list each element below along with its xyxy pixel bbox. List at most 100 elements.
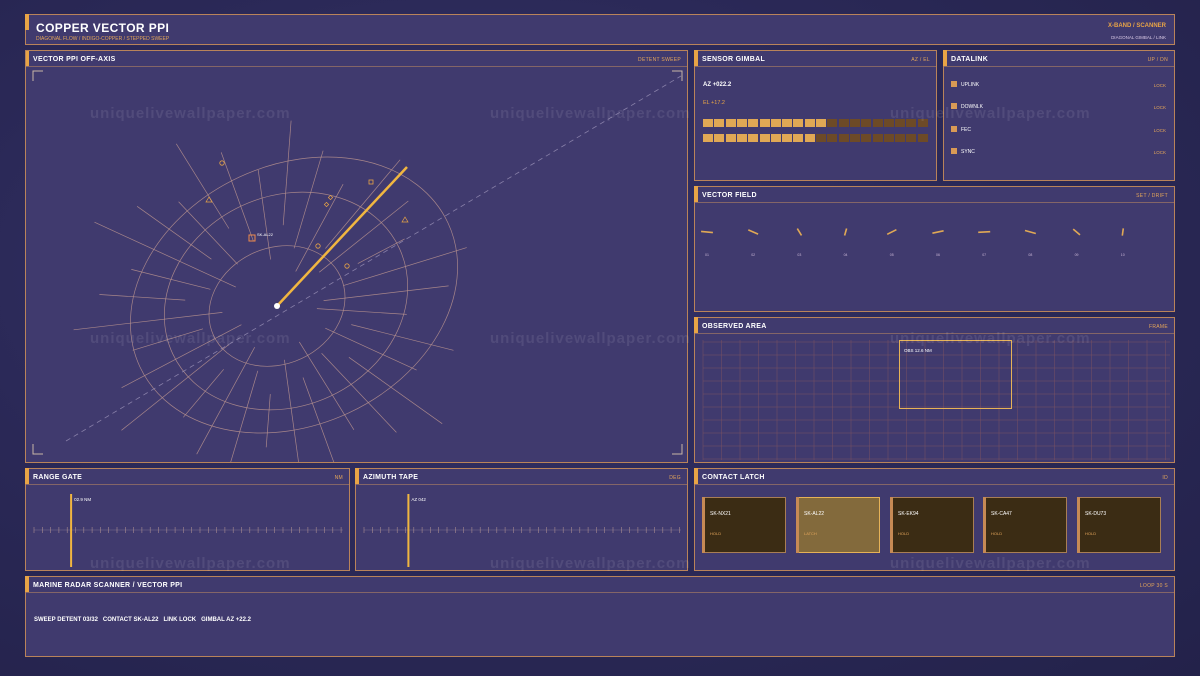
contact-name: SK-CA47	[991, 511, 1012, 517]
bar-segment	[827, 134, 838, 142]
bar-segment	[861, 119, 872, 127]
footer-status: SWEEP DETENT 03/32 CONTACT SK-AL22 LINK …	[34, 617, 251, 623]
vector-field-display: 01 02 03 04 05 06 07 08 09 10	[701, 228, 1125, 257]
vector-arrow	[747, 229, 759, 235]
contact-latch-title: CONTACT LATCH	[702, 474, 765, 481]
bar-segment	[816, 119, 827, 127]
bar-segment	[736, 119, 747, 127]
ppi-spoke	[73, 312, 223, 331]
ppi-spoke	[176, 143, 230, 229]
row-label: FEC	[961, 127, 971, 133]
ppi-spoke	[121, 344, 229, 431]
ppi-center	[274, 303, 280, 309]
band-mode: X-BAND / SCANNER	[1107, 23, 1166, 29]
bar-segment	[782, 119, 793, 127]
range-ring-2	[163, 191, 409, 411]
row-status: LOCK	[1153, 105, 1166, 110]
bar-segment	[827, 119, 838, 127]
vector-field-title: VECTOR FIELD	[702, 192, 757, 199]
ppi-spoke	[284, 359, 299, 462]
observed-frame[interactable]: OBS 12.6 NM	[899, 340, 1012, 409]
bar-segment	[849, 119, 860, 127]
datalink-tag: UP / DN	[1147, 57, 1168, 63]
bar-segment	[770, 134, 781, 142]
contact-status: HOLD	[991, 531, 1003, 536]
target-diamond-2	[323, 201, 330, 208]
bar-segment	[770, 119, 781, 127]
header-right-sub: DIAGONAL GIMBAL / LINK	[1111, 35, 1166, 40]
ppi-spoke	[282, 120, 292, 226]
azimuth-tape-title: AZIMUTH TAPE	[363, 474, 419, 481]
vector-label: 03	[797, 253, 801, 257]
bar-segment	[759, 134, 770, 142]
vector-label: 04	[844, 253, 848, 257]
contact-card-nx21[interactable]: SK-NX21 HOLD	[702, 497, 786, 553]
target-triangle-2	[401, 216, 409, 223]
datalink-title: DATALINK	[951, 56, 989, 63]
watermark: uniquelivewallpaper.com	[890, 330, 1091, 347]
contact-name: SK-AL22	[804, 511, 825, 517]
bar-segment	[849, 134, 860, 142]
status-indicator	[951, 81, 957, 87]
range-gate-tag: NM	[334, 475, 343, 481]
bar-segment	[714, 134, 725, 142]
bar-segment	[906, 134, 917, 142]
bar-segment	[703, 134, 714, 142]
contact-latch-tag: ID	[1162, 475, 1168, 481]
watermark: uniquelivewallpaper.com	[90, 330, 291, 347]
vector-arrow	[1072, 228, 1081, 236]
divider	[695, 484, 1174, 485]
vector-label: 07	[982, 253, 986, 257]
bar-segment	[872, 119, 883, 127]
contact-label: SK-AL22	[257, 232, 274, 237]
vector-arrow	[932, 230, 944, 234]
contact-card-al22[interactable]: SK-AL22 LATCH	[796, 497, 880, 553]
observed-frame-label: OBS 12.6 NM	[904, 348, 932, 353]
divider	[26, 592, 1174, 593]
status-indicator	[951, 148, 957, 154]
watermark: uniquelivewallpaper.com	[490, 330, 691, 347]
frame-corner-tl	[32, 70, 43, 81]
ppi-spoke	[299, 341, 355, 430]
ppi-spoke	[343, 247, 467, 286]
bar-segment	[793, 134, 804, 142]
ppi-spoke	[220, 152, 254, 242]
vector-arrow	[1024, 229, 1037, 235]
contact-card-ca47[interactable]: SK-CA47 HOLD	[983, 497, 1067, 553]
contact-status: HOLD	[898, 531, 910, 536]
observed-title: OBSERVED AREA	[702, 323, 767, 330]
bar-segment	[917, 134, 928, 142]
ppi-spoke	[183, 369, 224, 418]
footer-panel: MARINE RADAR SCANNER / VECTOR PPI LOOP 3…	[25, 576, 1175, 657]
bar-segment	[895, 134, 906, 142]
contact-name: SK-DU73	[1085, 511, 1107, 517]
contact-name: SK-NX21	[710, 511, 731, 517]
watermark: uniquelivewallpaper.com	[90, 105, 291, 122]
bar-segment	[804, 119, 815, 127]
ppi-spoke	[295, 184, 344, 272]
vector-label: 10	[1121, 253, 1125, 257]
ppi-spoke	[257, 169, 271, 260]
target-square	[368, 179, 374, 185]
contact-status: LATCH	[804, 531, 817, 536]
bar-segment	[703, 119, 714, 127]
ppi-spoke	[325, 159, 401, 249]
ppi-spoke	[302, 377, 335, 462]
vector-arrow	[1121, 228, 1125, 236]
row-label: SYNC	[961, 149, 975, 155]
watermark: uniquelivewallpaper.com	[490, 555, 691, 572]
azimuth-tape-tag: DEG	[669, 475, 681, 481]
contact-card-du73[interactable]: SK-DU73 HOLD	[1077, 497, 1161, 553]
bar-segment	[759, 119, 770, 127]
elevation-readout: EL +17.2	[703, 100, 725, 106]
ppi-spoke	[316, 308, 407, 315]
bar-segment	[782, 134, 793, 142]
gimbal-title: SENSOR GIMBAL	[702, 56, 766, 63]
contact-card-ek94[interactable]: SK-EK94 HOLD	[890, 497, 974, 553]
bar-segment	[872, 134, 883, 142]
vector-arrow	[886, 228, 897, 236]
ppi-spoke	[357, 238, 405, 264]
ppi-spoke	[325, 327, 417, 371]
ppi-spoke	[94, 221, 236, 288]
bar-segment	[736, 134, 747, 142]
